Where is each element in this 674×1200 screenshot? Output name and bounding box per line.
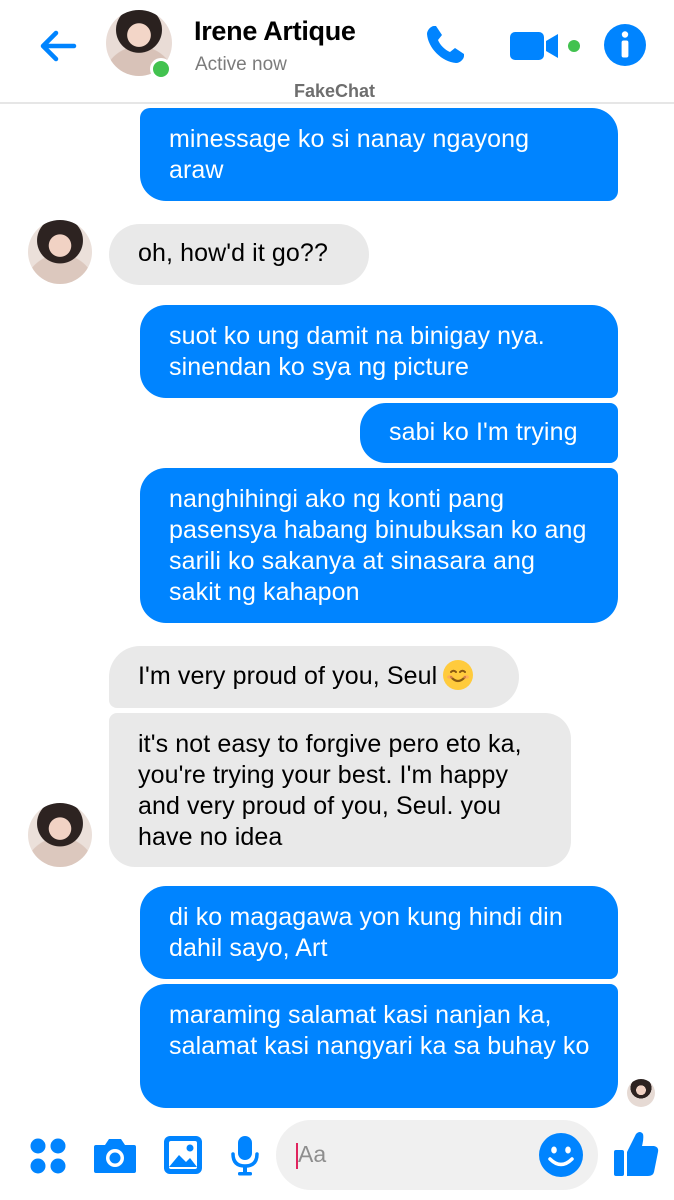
image-icon[interactable] bbox=[162, 1134, 204, 1176]
chat-header: Irene Artique Active now FakeChat bbox=[0, 0, 674, 104]
contact-avatar-small[interactable] bbox=[28, 220, 92, 284]
message-bubble-received[interactable]: oh, how'd it go?? bbox=[109, 224, 369, 285]
watermark: FakeChat bbox=[294, 81, 376, 101]
message-bubble-received[interactable]: it's not easy to forgive pero eto ka, yo… bbox=[109, 713, 571, 867]
message-bubble-sent[interactable]: suot ko ung damit na binigay nya. sinend… bbox=[140, 305, 618, 398]
camera-icon[interactable] bbox=[92, 1135, 138, 1175]
online-status-dot bbox=[150, 58, 172, 80]
message-bubble-sent[interactable]: di ko magagawa yon kung hindi din dahil … bbox=[140, 886, 618, 979]
message-bubble-sent[interactable]: maraming salamat kasi nanjan ka, salamat… bbox=[140, 984, 618, 1108]
read-receipt-avatar bbox=[627, 1079, 655, 1107]
message-bubble-sent[interactable]: minessage ko si nanay ngayong araw bbox=[140, 108, 618, 201]
thumbs-up-icon[interactable] bbox=[612, 1128, 660, 1178]
message-bubble-sent[interactable]: nanghihingi ako ng konti pang pasensya h… bbox=[140, 468, 618, 623]
active-status: Active now bbox=[195, 54, 287, 75]
message-input-placeholder: Aa bbox=[298, 1141, 327, 1167]
message-bubble-sent[interactable]: sabi ko I'm trying bbox=[360, 403, 618, 463]
message-text: I'm very proud of you, Seul bbox=[138, 662, 438, 690]
emoji-icon[interactable] bbox=[538, 1132, 584, 1178]
back-arrow-icon[interactable] bbox=[34, 22, 82, 70]
contact-name[interactable]: Irene Artique bbox=[194, 16, 356, 47]
phone-icon[interactable] bbox=[420, 20, 470, 70]
video-camera-icon[interactable] bbox=[508, 26, 582, 66]
info-icon[interactable] bbox=[602, 22, 648, 68]
apps-grid-icon[interactable] bbox=[28, 1136, 68, 1176]
smiling-face-icon bbox=[443, 660, 474, 690]
contact-avatar-small[interactable] bbox=[28, 803, 92, 867]
microphone-icon[interactable] bbox=[230, 1134, 260, 1176]
message-bubble-received[interactable]: I'm very proud of you, Seul bbox=[109, 646, 519, 708]
